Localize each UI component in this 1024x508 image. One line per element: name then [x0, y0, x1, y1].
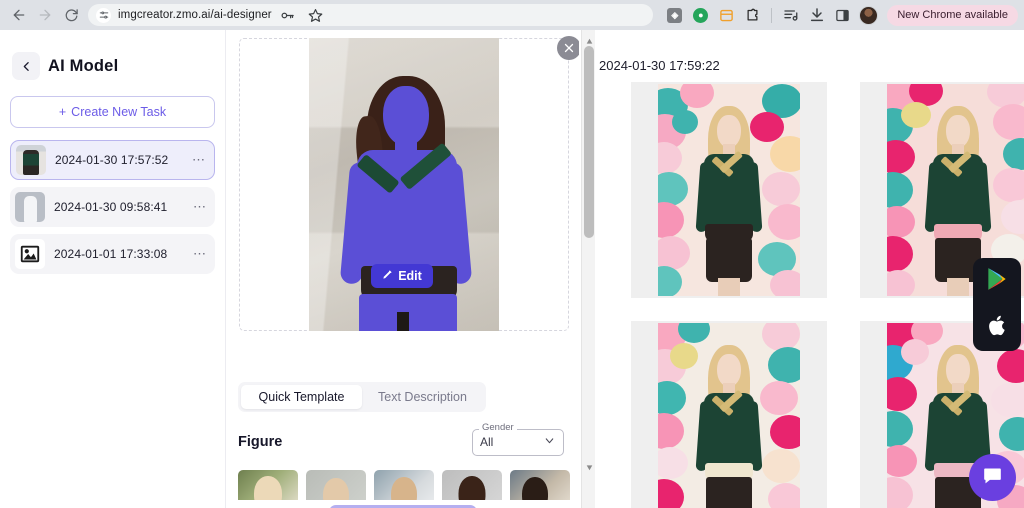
create-new-task-label: Create New Task: [71, 105, 167, 119]
gender-select-legend: Gender: [479, 421, 517, 433]
result-image-3[interactable]: [631, 321, 827, 508]
sidebar-back-icon[interactable]: [12, 52, 40, 80]
chat-support-button[interactable]: [969, 454, 1016, 501]
toolbar-divider: [771, 7, 773, 23]
star-icon[interactable]: [306, 6, 325, 25]
editor-vertical-scrollbar[interactable]: [581, 30, 595, 508]
page-body: AI Model + Create New Task 2024-01-30 17…: [0, 30, 1024, 508]
task-item-3[interactable]: 2024-01-01 17:33:08 ⋯: [10, 234, 215, 274]
address-bar-url: imgcreator.zmo.ai/ai-designer: [118, 9, 272, 21]
tab-text-description[interactable]: Text Description: [362, 385, 483, 409]
results-timestamp: 2024-01-30 17:59:22: [599, 58, 720, 73]
page-title: AI Model: [48, 56, 119, 75]
figure-section-title: Figure: [238, 434, 283, 450]
source-image-dropzone[interactable]: Edit: [239, 38, 569, 331]
edit-button[interactable]: Edit: [371, 264, 433, 288]
generate-bar: Generate: [227, 500, 579, 508]
gender-select[interactable]: Gender All: [472, 421, 564, 456]
gender-select-box[interactable]: All: [472, 428, 564, 456]
tab-quick-template[interactable]: Quick Template: [241, 385, 362, 409]
extension-grayscale-icon[interactable]: ◈: [665, 6, 684, 25]
task-thumbnail: [16, 145, 46, 175]
browser-toolbar: imgcreator.zmo.ai/ai-designer ◈ ● New Ch…: [0, 0, 1024, 30]
source-mask-lower: [359, 294, 457, 331]
chat-bubble-icon: [982, 465, 1003, 491]
source-mask-face: [383, 86, 429, 146]
result-photo: [658, 323, 800, 508]
mode-tabs: Quick Template Text Description: [238, 382, 486, 412]
create-new-task-button[interactable]: + Create New Task: [10, 96, 215, 128]
result-image-1[interactable]: [631, 82, 827, 298]
result-model: [695, 106, 763, 296]
google-play-icon[interactable]: [984, 266, 1010, 297]
apple-icon[interactable]: [985, 313, 1010, 343]
app-root: imgcreator.zmo.ai/ai-designer ◈ ● New Ch…: [0, 0, 1024, 508]
side-panel-icon[interactable]: [833, 6, 852, 25]
generate-button[interactable]: Generate: [329, 504, 477, 508]
task-overflow-menu-icon[interactable]: ⋯: [192, 153, 206, 166]
edit-button-label: Edit: [398, 269, 422, 283]
figure-section-header: Figure Gender All: [238, 421, 578, 458]
extension-orange-note-icon[interactable]: [717, 6, 736, 25]
extension-puzzle-icon[interactable]: [743, 6, 762, 25]
task-overflow-menu-icon[interactable]: ⋯: [193, 247, 207, 260]
chrome-update-pill[interactable]: New Chrome available: [887, 4, 1018, 26]
source-image[interactable]: Edit: [309, 38, 499, 331]
task-item-2[interactable]: 2024-01-30 09:58:41 ⋯: [10, 187, 215, 227]
chevron-down-icon: [543, 434, 556, 450]
left-sidebar: AI Model + Create New Task 2024-01-30 17…: [0, 30, 226, 508]
plus-icon: +: [58, 105, 67, 119]
reload-icon[interactable]: [58, 2, 84, 28]
download-icon[interactable]: [807, 6, 826, 25]
back-arrow-icon[interactable]: [6, 2, 32, 28]
close-icon[interactable]: [557, 36, 579, 60]
address-bar[interactable]: imgcreator.zmo.ai/ai-designer: [88, 4, 654, 26]
source-mask-leg: [379, 326, 395, 331]
profile-avatar[interactable]: [859, 5, 879, 25]
task-label: 2024-01-01 17:33:08: [54, 247, 168, 261]
tab-quick-template-label: Quick Template: [258, 390, 345, 404]
scrollbar-thumb[interactable]: [584, 46, 594, 238]
task-overflow-menu-icon[interactable]: ⋯: [193, 200, 207, 213]
result-photo: [658, 84, 800, 296]
results-panel: 2024-01-30 17:59:22: [595, 30, 1024, 508]
pencil-icon: [382, 269, 393, 283]
extension-green-bot-icon[interactable]: ●: [691, 6, 710, 25]
task-item-1[interactable]: 2024-01-30 17:57:52 ⋯: [10, 140, 215, 180]
task-thumbnail: [15, 192, 45, 222]
tab-text-description-label: Text Description: [378, 390, 467, 404]
scroll-down-arrow-icon[interactable]: [582, 460, 596, 474]
sidebar-header: AI Model: [12, 52, 215, 80]
forward-arrow-icon[interactable]: [32, 2, 58, 28]
gender-select-value: All: [480, 435, 494, 449]
task-thumbnail-placeholder: [15, 239, 45, 269]
result-model: [695, 345, 763, 508]
site-settings-tune-icon[interactable]: [96, 7, 111, 23]
app-download-badges: [973, 258, 1021, 351]
task-label: 2024-01-30 09:58:41: [54, 200, 168, 214]
task-label: 2024-01-30 17:57:52: [55, 153, 169, 167]
key-icon[interactable]: [278, 6, 297, 25]
media-list-icon[interactable]: [781, 6, 800, 25]
extensions-area: ◈ ● New Chrome available: [659, 4, 1018, 26]
